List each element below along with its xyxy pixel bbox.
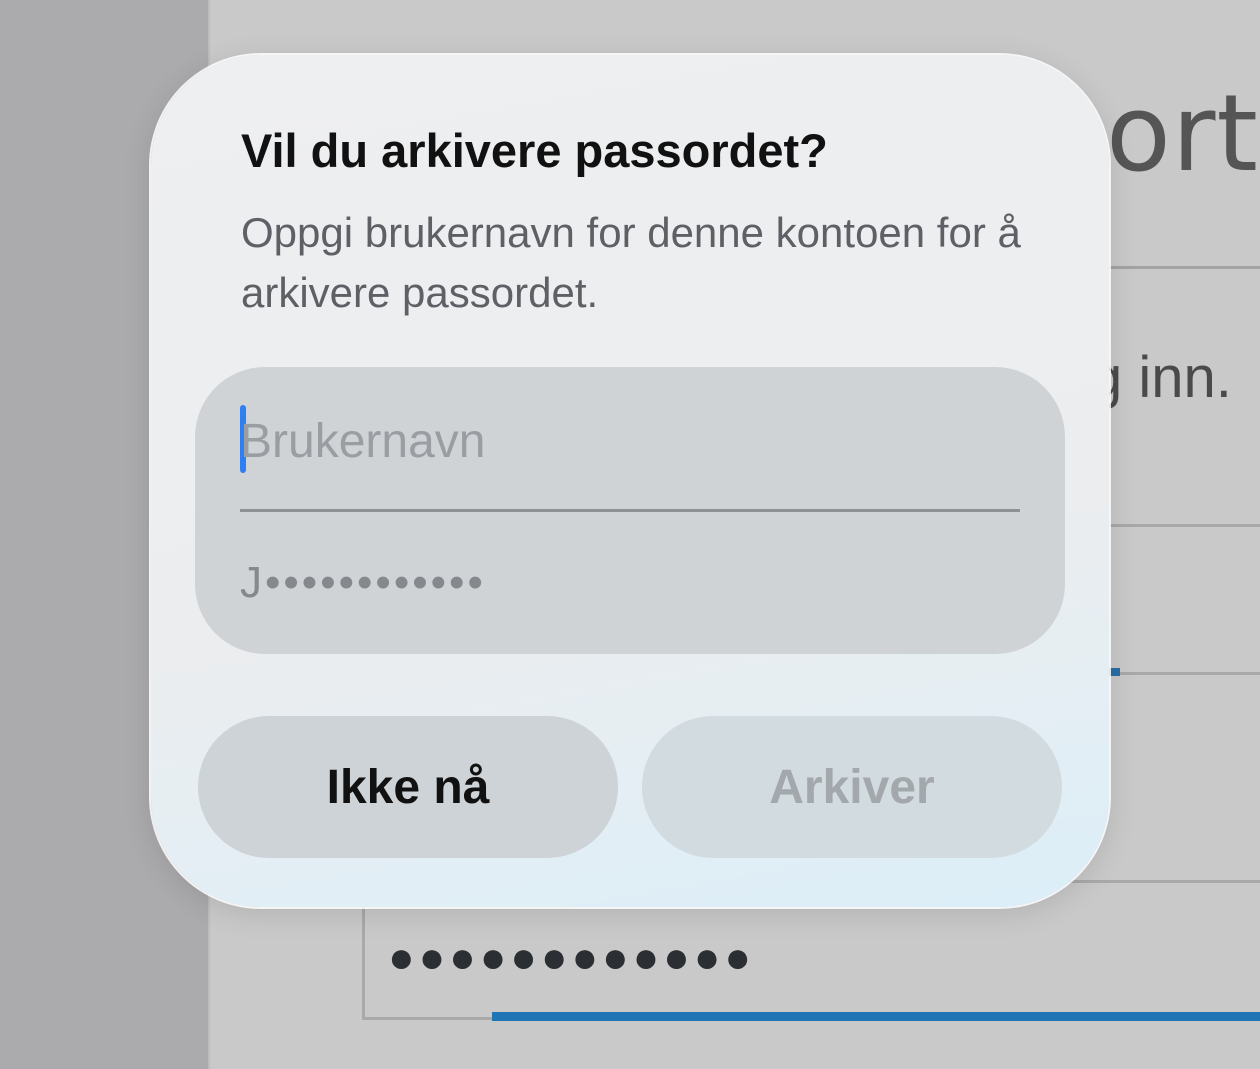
background-divider (1106, 266, 1260, 269)
background-field-line (1106, 672, 1260, 675)
background-password-focus-underline (492, 1012, 1260, 1021)
archive-password-dialog: Vil du arkivere passordet? Oppgi brukern… (151, 55, 1109, 907)
background-focus-mark (1108, 668, 1120, 676)
background-password-dots: ●●●●●●●●●●●● (388, 933, 755, 982)
dialog-title: Vil du arkivere passordet? (241, 124, 828, 177)
not-now-button[interactable]: Ikke nå (198, 716, 618, 858)
password-field[interactable]: J•••••••••••• (240, 543, 1020, 623)
username-field[interactable] (240, 391, 1020, 512)
credentials-field-group: J•••••••••••• (195, 367, 1065, 654)
screen: orta g inn. ●●●●●●●●●●●● Vil du arkivere… (0, 0, 1260, 1069)
background-field-line (1106, 524, 1260, 527)
background-heading: orta (1106, 72, 1260, 195)
dialog-message: Oppgi brukernavn for denne kontoen for å… (241, 209, 1021, 316)
background-subtext: g inn. (1090, 345, 1232, 410)
archive-button[interactable]: Arkiver (642, 716, 1062, 858)
username-input[interactable] (240, 401, 1000, 481)
